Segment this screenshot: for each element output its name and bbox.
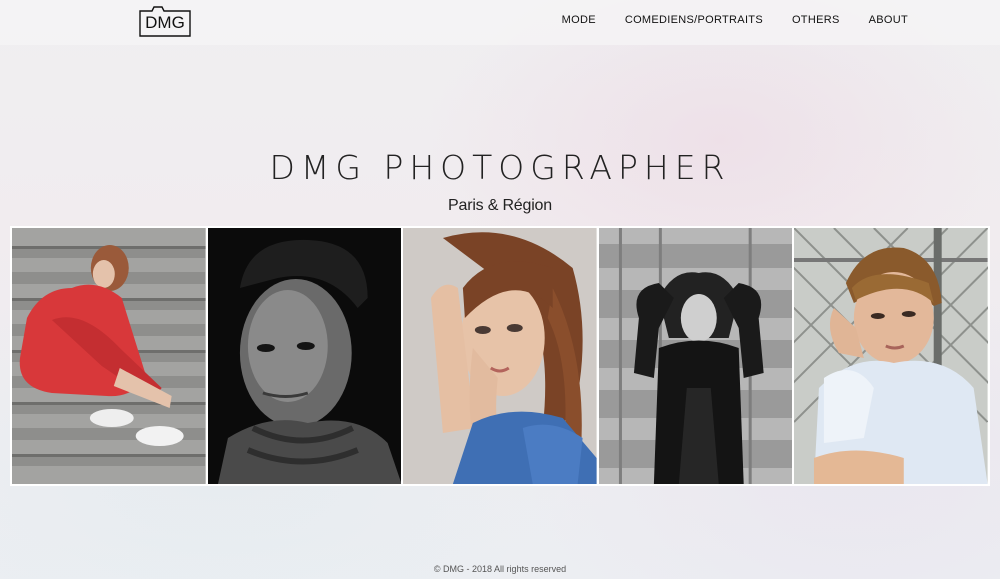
nav-item-others[interactable]: OTHERS	[792, 13, 840, 27]
nav-item-about[interactable]: ABOUT	[869, 13, 908, 27]
nav-item-mode[interactable]: MODE	[562, 13, 596, 27]
photo-woman-arms-raised	[598, 228, 793, 484]
gallery-photo-4[interactable]	[598, 228, 793, 484]
photo-gallery	[10, 226, 990, 486]
gallery-photo-5[interactable]	[794, 228, 988, 484]
main-nav: MODE COMEDIENS/PORTRAITS OTHERS ABOUT	[562, 13, 908, 27]
gallery-photo-2[interactable]	[207, 228, 402, 484]
page-subtitle: Paris & Région	[448, 197, 552, 214]
photo-man-turtleneck	[207, 228, 402, 484]
nav-item-comediens-portraits[interactable]: COMEDIENS/PORTRAITS	[625, 13, 763, 27]
page-title: DMG PHOTOGRAPHER	[269, 148, 731, 187]
dmg-logo[interactable]: DMG	[138, 5, 192, 38]
footer-copyright: © DMG - 2018 All rights reserved	[433, 564, 567, 574]
gallery-photo-1[interactable]	[12, 228, 206, 484]
photo-woman-blue-top	[403, 228, 597, 484]
photo-woman-red-stairs	[12, 228, 206, 484]
top-navigation-bar: DMG MODE COMEDIENS/PORTRAITS OTHERS ABOU…	[0, 0, 1000, 45]
photo-man-blue-shirt	[794, 228, 988, 484]
gallery-photo-3[interactable]	[403, 228, 597, 484]
logo-text: DMG	[145, 13, 185, 32]
